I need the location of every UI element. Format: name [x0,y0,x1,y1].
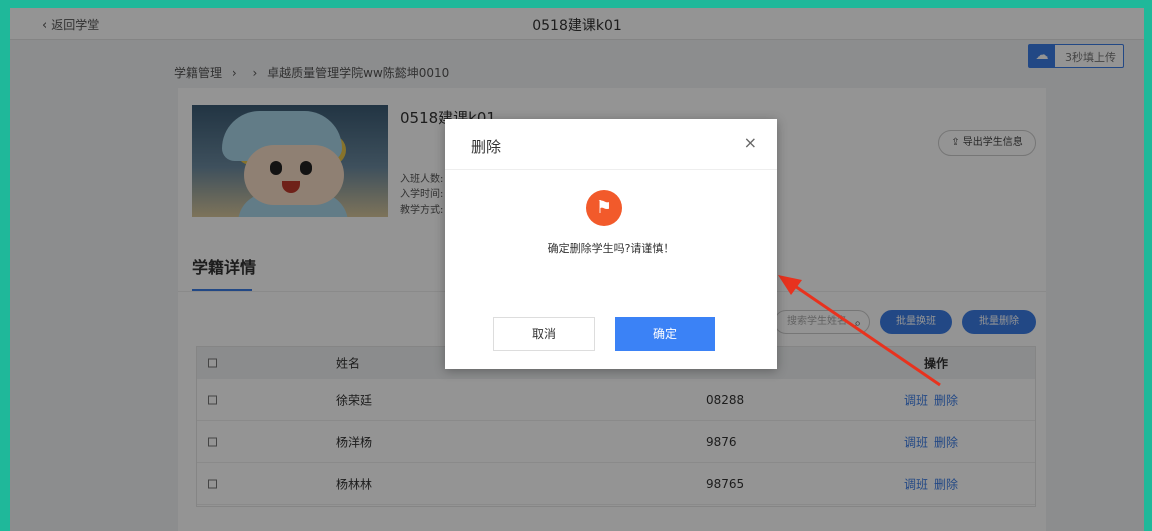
app-window: ‹ 返回学堂 0518建课k01 ☁ 3秒填上传 学籍管理 › › 卓越质量管理学… [10,8,1144,531]
warning-icon: ⚑ [586,190,622,226]
confirm-button[interactable]: 确定 [615,317,715,351]
dialog-divider [445,169,777,170]
cancel-button[interactable]: 取消 [493,317,595,351]
delete-confirm-dialog: 删除 × ⚑ 确定删除学生吗?请谨慎！ 取消 确定 [445,119,777,369]
dialog-message: 确定删除学生吗?请谨慎！ [547,242,675,255]
close-icon[interactable]: × [744,133,757,152]
dialog-title: 删除 [471,138,502,156]
